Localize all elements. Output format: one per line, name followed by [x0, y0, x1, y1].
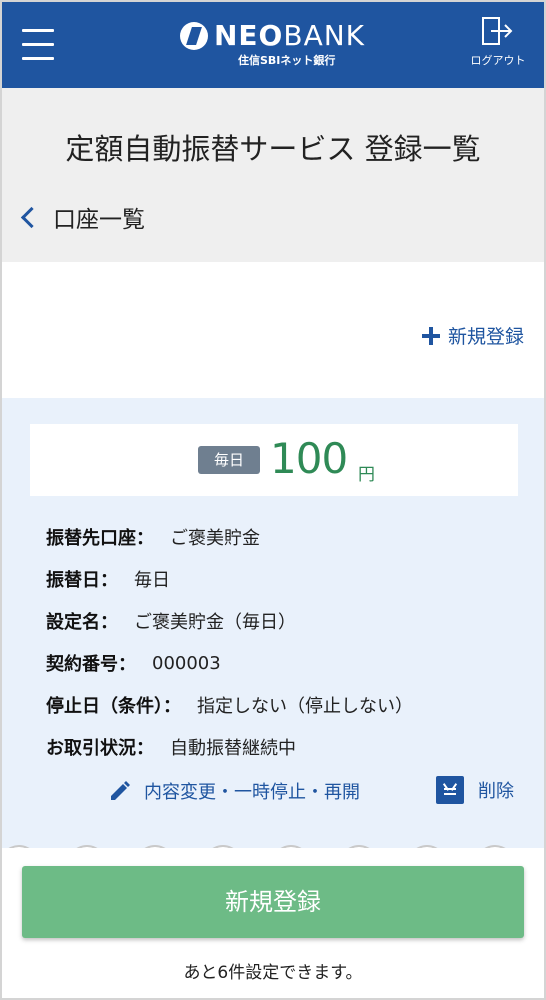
detail-key: 振替日：: [46, 570, 118, 591]
footer: 新規登録 あと6件設定できます。: [2, 848, 544, 998]
plus-icon: [421, 326, 440, 345]
logout-button[interactable]: ログアウト: [466, 16, 530, 72]
new-registration-link-label: 新規登録: [447, 326, 524, 348]
logout-label: ログアウト: [470, 54, 526, 67]
detail-row: 設定名： ご褒美貯金（毎日）: [46, 600, 413, 642]
card-actions: 内容変更・一時停止・再開 削除: [2, 768, 544, 816]
logout-icon: [482, 17, 513, 45]
transfer-card: 毎日 100 円 振替先口座： ご褒美貯金 振替日： 毎日 設定名： ご褒美貯金…: [2, 398, 544, 828]
logo-wordmark: NEOBANK: [214, 19, 366, 52]
edit-link[interactable]: 内容変更・一時停止・再開: [108, 778, 360, 804]
remaining-count-text: あと6件設定できます。: [183, 963, 363, 983]
header: NEOBANK 住信SBIネット銀行 ログアウト: [2, 2, 544, 88]
title-area: 定額自動振替サービス 登録一覧 口座一覧: [2, 88, 544, 262]
detail-value: ご褒美貯金: [170, 528, 260, 549]
pencil-icon: [111, 781, 130, 800]
edit-link-label: 内容変更・一時停止・再開: [144, 782, 360, 803]
frequency-badge: 毎日: [198, 446, 260, 474]
amount-unit: 円: [358, 465, 375, 485]
back-link-label: 口座一覧: [53, 207, 145, 233]
delete-icon: [436, 776, 464, 804]
menu-icon[interactable]: [22, 28, 54, 62]
delete-link-label: 削除: [478, 781, 514, 802]
detail-value: 000003: [152, 652, 221, 674]
detail-value: ご褒美貯金（毎日）: [134, 612, 296, 633]
detail-key: 設定名：: [46, 612, 118, 633]
detail-key: 契約番号：: [46, 654, 136, 675]
page-title: 定額自動振替サービス 登録一覧: [65, 132, 481, 166]
detail-key: 停止日（条件）：: [46, 696, 181, 717]
details-list: 振替先口座： ご褒美貯金 振替日： 毎日 設定名： ご褒美貯金（毎日） 契約番号…: [46, 516, 413, 768]
logo-subtitle: 住信SBIネット銀行: [238, 54, 336, 67]
app-frame: NEOBANK 住信SBIネット銀行 ログアウト 定額自動振替サービス 登録一覧…: [0, 0, 546, 1000]
detail-key: お取引状況：: [46, 738, 154, 759]
new-registration-link[interactable]: 新規登録: [421, 322, 524, 349]
back-to-accounts-link[interactable]: 口座一覧: [18, 200, 145, 234]
detail-value: 自動振替継続中: [170, 738, 296, 759]
detail-row: 振替先口座： ご褒美貯金: [46, 516, 413, 558]
amount-value: 100: [270, 434, 348, 483]
detail-row: 契約番号： 000003: [46, 642, 413, 684]
brand-logo: NEOBANK 住信SBIネット銀行: [180, 20, 380, 70]
registration-toolbar: 新規登録: [2, 262, 544, 398]
detail-value: 指定しない（停止しない）: [197, 696, 413, 717]
amount-box: 毎日 100 円: [30, 424, 518, 496]
delete-link[interactable]: 削除: [436, 776, 514, 804]
detail-key: 振替先口座：: [46, 528, 154, 549]
detail-value: 毎日: [134, 570, 170, 591]
logo-mark-icon: [180, 22, 208, 50]
detail-row: 停止日（条件）： 指定しない（停止しない）: [46, 684, 413, 726]
detail-row: 振替日： 毎日: [46, 558, 413, 600]
new-registration-button[interactable]: 新規登録: [22, 866, 524, 938]
chevron-left-icon: [20, 206, 43, 228]
detail-row: お取引状況： 自動振替継続中: [46, 726, 413, 768]
